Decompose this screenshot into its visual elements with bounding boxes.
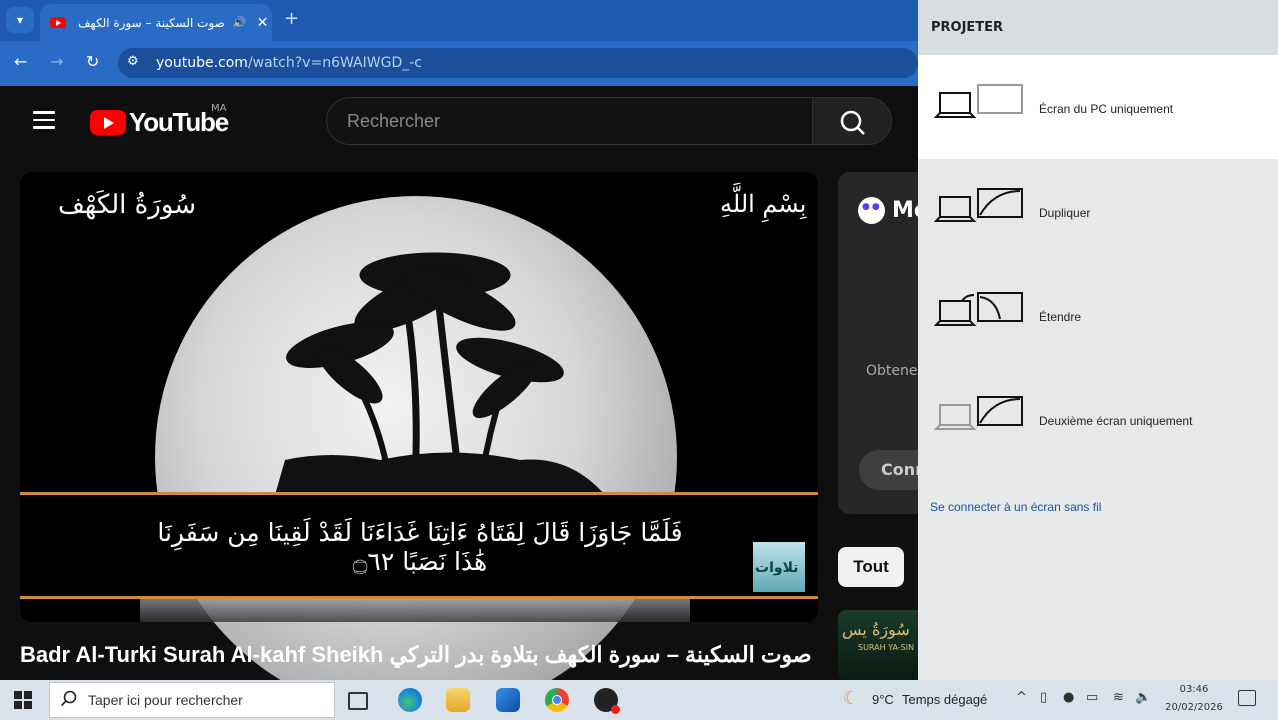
reload-button[interactable]: ↻ xyxy=(86,52,99,71)
pc-screen-only-icon xyxy=(934,84,1023,118)
verse-caption: فَلَمَّا جَاوَزَا قَالَ لِفَتَاهُ ءَاتِن… xyxy=(157,518,683,576)
thumbnail-subtitle: SURAH YA-SIN xyxy=(858,643,915,652)
tab-search-button[interactable]: ▾ xyxy=(6,7,34,33)
speaker-icon[interactable]: 🔊 xyxy=(233,16,247,29)
wifi-icon[interactable]: ≋ xyxy=(1113,690,1124,705)
menu-icon[interactable] xyxy=(33,111,55,129)
promo-app-icon xyxy=(858,197,885,224)
outlook-icon[interactable] xyxy=(496,688,520,712)
surah-name-overlay: سُورَةُ الكَهْف xyxy=(58,190,197,220)
extend-screen-icon xyxy=(934,292,1023,326)
project-option-duplicate[interactable]: Dupliquer xyxy=(918,159,1278,263)
project-panel-title: PROJETER xyxy=(931,20,1004,35)
project-option-pc-only[interactable]: Écran du PC uniquement xyxy=(918,55,1278,159)
palm-trees-silhouette xyxy=(275,252,605,495)
obs-icon[interactable] xyxy=(594,688,620,714)
browser-tab[interactable]: صوت السكينة – سورة الكهف 🔊 ✕ xyxy=(40,4,272,41)
option-label: Étendre xyxy=(1039,310,1082,324)
search-icon xyxy=(840,110,865,135)
youtube-favicon-icon xyxy=(50,17,66,28)
url-path: /watch?v=n6WAIWGD_-c xyxy=(247,55,422,71)
search-icon xyxy=(60,690,77,707)
option-label: Écran du PC uniquement xyxy=(1039,102,1174,116)
filter-chip-all[interactable]: Tout xyxy=(838,547,904,587)
youtube-logo-icon[interactable] xyxy=(90,110,126,135)
project-option-second-only[interactable]: Deuxième écran uniquement xyxy=(918,367,1278,471)
connect-wireless-display-link[interactable]: Se connecter à un écran sans fil xyxy=(930,500,1101,514)
option-label: Dupliquer xyxy=(1039,206,1091,220)
chevron-down-icon: ▾ xyxy=(16,13,24,27)
show-hidden-icons-chevron-icon[interactable]: ^ xyxy=(1016,690,1027,705)
windows-start-icon[interactable] xyxy=(14,691,32,709)
back-button[interactable]: ← xyxy=(14,52,27,71)
project-option-extend[interactable]: Étendre xyxy=(918,263,1278,367)
notification-center-icon[interactable] xyxy=(1238,690,1256,706)
clock-date[interactable]: 20/02/2026 xyxy=(1158,702,1230,713)
task-view-icon[interactable] xyxy=(348,692,368,710)
url-host: youtube.com xyxy=(156,55,248,71)
channel-watermark-text: تلاوات xyxy=(755,560,799,576)
search-button[interactable] xyxy=(812,97,892,145)
channel-watermark: تلاوات xyxy=(753,542,805,592)
taskbar-search-placeholder: Taper ici pour rechercher xyxy=(88,692,243,708)
file-explorer-icon[interactable] xyxy=(446,688,470,712)
video-title: صوت السكينة – سورة الكهف بتلاوة بدر التر… xyxy=(20,642,812,667)
basmala-overlay: بِسْمِ اللَّهِ xyxy=(720,190,807,218)
weather-temperature[interactable]: 9°C xyxy=(872,692,894,707)
second-screen-only-icon xyxy=(934,396,1023,430)
search-placeholder: Rechercher xyxy=(347,111,441,131)
url-text[interactable]: youtube.com/watch?v=n6WAIWGD_-c xyxy=(156,55,422,71)
option-label: Deuxième écran uniquement xyxy=(1039,414,1193,428)
duplicate-screen-icon xyxy=(934,188,1023,222)
moon-weather-icon[interactable]: ☾ xyxy=(843,688,859,709)
new-tab-button[interactable]: + xyxy=(284,8,299,29)
region-code: MA xyxy=(211,103,227,114)
edge-icon[interactable] xyxy=(398,688,422,712)
promo-card-text: Obtenez xyxy=(866,363,925,379)
tab-title: صوت السكينة – سورة الكهف xyxy=(78,15,225,30)
device-icon[interactable]: ▯ xyxy=(1040,690,1047,705)
close-tab-icon[interactable]: ✕ xyxy=(257,15,269,31)
site-info-icon[interactable]: ⚙ xyxy=(127,54,139,69)
weather-description[interactable]: Temps dégagé xyxy=(902,692,987,707)
clock-time[interactable]: 03:46 xyxy=(1174,684,1214,695)
battery-icon[interactable]: ▭ xyxy=(1086,690,1098,705)
microphone-icon[interactable]: ● xyxy=(1063,690,1074,705)
moon-reflection xyxy=(140,598,690,622)
chrome-icon[interactable] xyxy=(545,688,569,712)
forward-button[interactable]: → xyxy=(50,52,63,71)
volume-icon[interactable]: 🔈 xyxy=(1135,690,1151,705)
thumbnail-title: سُورَةُ يس xyxy=(842,620,910,639)
